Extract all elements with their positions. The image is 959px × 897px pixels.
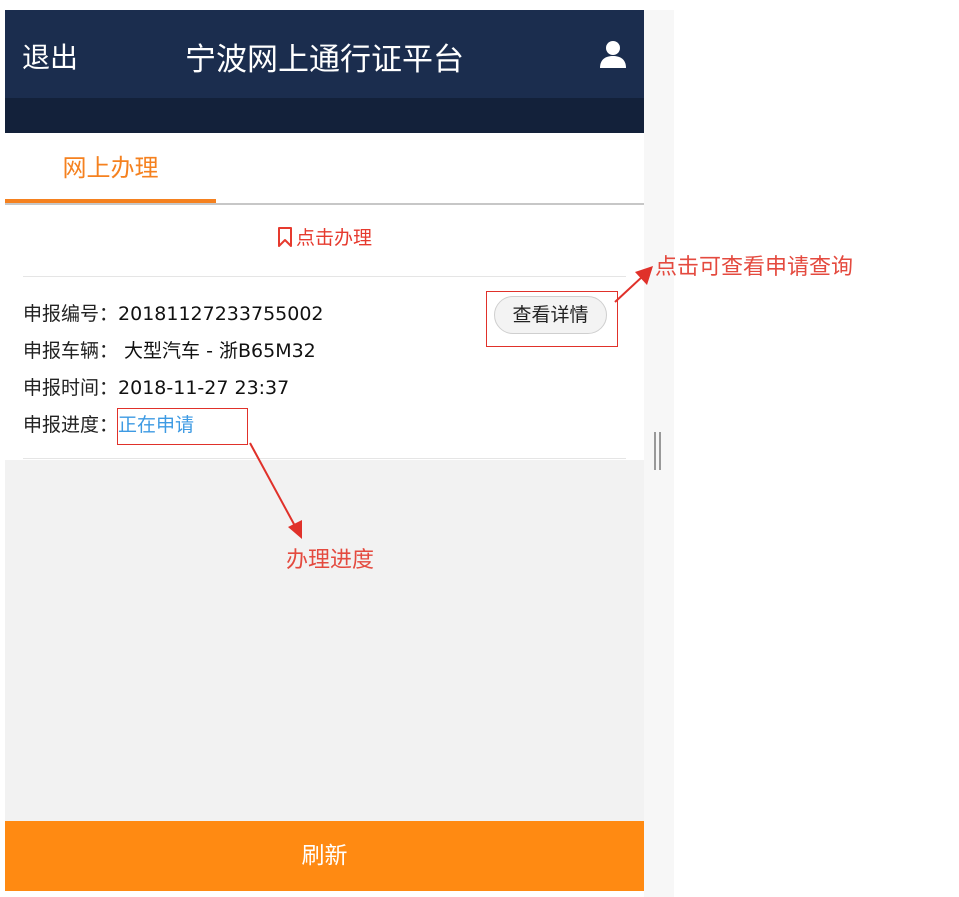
annotation-progress-note: 办理进度 bbox=[286, 548, 375, 573]
bookmark-icon bbox=[277, 227, 292, 247]
user-icon[interactable] bbox=[598, 39, 628, 69]
resize-handle[interactable] bbox=[654, 432, 662, 470]
field-vehicle: 申报车辆： 大型汽车 - 浙B65M32 bbox=[23, 336, 316, 363]
field-application-time: 申报时间：2018-11-27 23:37 bbox=[23, 373, 289, 400]
card-bottom-divider bbox=[23, 458, 626, 459]
field-label: 申报车辆： bbox=[23, 340, 119, 362]
field-value: 2018-11-27 23:37 bbox=[118, 377, 290, 399]
annotation-view-details-note: 点击可查看申请查询 bbox=[655, 255, 854, 280]
tab-bar: 网上办理 bbox=[5, 133, 644, 205]
app-header: 退出 宁波网上通行证平台 bbox=[5, 10, 644, 98]
apply-link-label: 点击办理 bbox=[295, 227, 372, 249]
field-value: 20181127233755002 bbox=[118, 303, 324, 325]
field-value: 大型汽车 - 浙B65M32 bbox=[118, 340, 316, 362]
apply-link[interactable]: 点击办理 bbox=[5, 223, 644, 250]
field-label: 申报进度： bbox=[23, 414, 119, 436]
refresh-button[interactable]: 刷新 bbox=[5, 821, 644, 891]
annotation-box-progress bbox=[117, 408, 248, 445]
mobile-app-frame: 退出 宁波网上通行证平台 网上办理 点击办理 申报编号：201811272337… bbox=[5, 10, 644, 891]
annotation-box-details bbox=[486, 291, 618, 347]
card-divider bbox=[23, 276, 626, 277]
field-label: 申报时间： bbox=[23, 377, 119, 399]
tab-online-processing[interactable]: 网上办理 bbox=[5, 133, 216, 203]
field-label: 申报编号： bbox=[23, 303, 119, 325]
field-application-number: 申报编号：20181127233755002 bbox=[23, 299, 324, 326]
header-sub-bar bbox=[5, 98, 644, 133]
app-title: 宁波网上通行证平台 bbox=[185, 42, 464, 78]
